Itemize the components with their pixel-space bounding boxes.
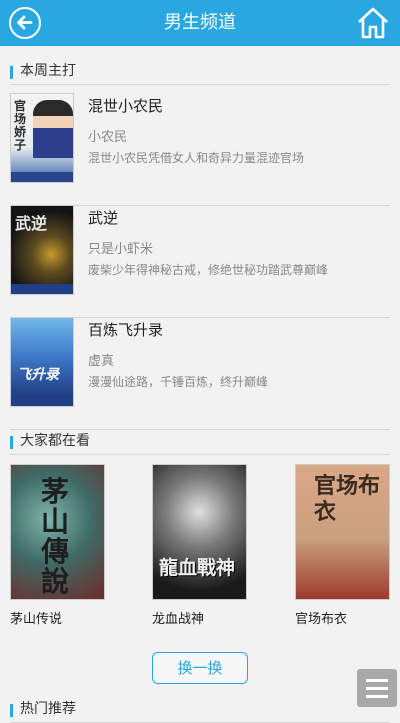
cover-band <box>11 172 73 182</box>
book-cover: 茅山傳說 <box>10 464 105 600</box>
book-author: 小农民 <box>88 130 128 145</box>
book-author: 只是小虾米 <box>88 242 154 257</box>
section-weekly: 本周主打 <box>10 60 390 85</box>
book-list-item[interactable]: 飞升录 百炼飞升录 虚真 漫漫仙途路，千锤百炼，终升巅峰 <box>10 317 390 430</box>
section-title: 本周主打 <box>20 63 76 79</box>
book-cover: 武逆 <box>10 205 74 295</box>
section-accent-bar <box>10 436 13 449</box>
refresh-button[interactable]: 换一换 <box>152 652 248 684</box>
cover-figure <box>33 100 73 158</box>
book-list-item[interactable]: 官场娇子 混世小农民 小农民 混世小农民凭借女人和奇异力量混迹官场 <box>10 93 390 206</box>
section-title: 大家都在看 <box>20 433 90 449</box>
book-cover: 飞升录 <box>10 317 74 407</box>
book-title: 武逆 <box>88 209 119 227</box>
section-title: 热门推荐 <box>20 701 76 717</box>
book-cover: 官场娇子 <box>10 93 74 183</box>
book-title: 官场布衣 <box>295 612 348 627</box>
cover-band <box>11 284 73 294</box>
cover-title: 武逆 <box>15 214 48 233</box>
menu-button[interactable] <box>357 669 397 707</box>
cover-title: 飞升录 <box>17 367 59 383</box>
book-description: 漫漫仙途路，千锤百炼，终升巅峰 <box>88 375 269 389</box>
app-header: 男生频道 <box>0 0 400 46</box>
home-button[interactable] <box>356 6 390 40</box>
cover-band <box>11 396 73 406</box>
book-cover: 官场布衣 <box>295 464 390 600</box>
book-cover: 龍血戰神 <box>152 464 247 600</box>
home-icon <box>358 7 388 39</box>
cover-title: 官场布衣 <box>314 473 381 525</box>
page-title: 男生频道 <box>164 12 236 33</box>
book-description: 混世小农民凭借女人和奇异力量混迹官场 <box>88 151 305 165</box>
book-description: 废柴少年得神秘古戒，修绝世秘功踏武尊巅峰 <box>88 263 329 277</box>
book-list-item[interactable]: 武逆 武逆 只是小虾米 废柴少年得神秘古戒，修绝世秘功踏武尊巅峰 <box>10 205 390 318</box>
section-popular: 大家都在看 <box>10 430 390 455</box>
book-author: 虚真 <box>88 354 115 369</box>
cover-title: 茅山傳說 <box>41 475 70 598</box>
cover-title: 龍血戰神 <box>159 557 236 579</box>
cover-title: 官场娇子 <box>14 99 27 152</box>
book-title: 百炼飞升录 <box>88 321 164 339</box>
book-title: 茅山传说 <box>10 612 63 627</box>
book-title: 龙血战神 <box>152 612 205 627</box>
book-title: 混世小农民 <box>88 97 164 115</box>
section-accent-bar <box>10 66 13 79</box>
